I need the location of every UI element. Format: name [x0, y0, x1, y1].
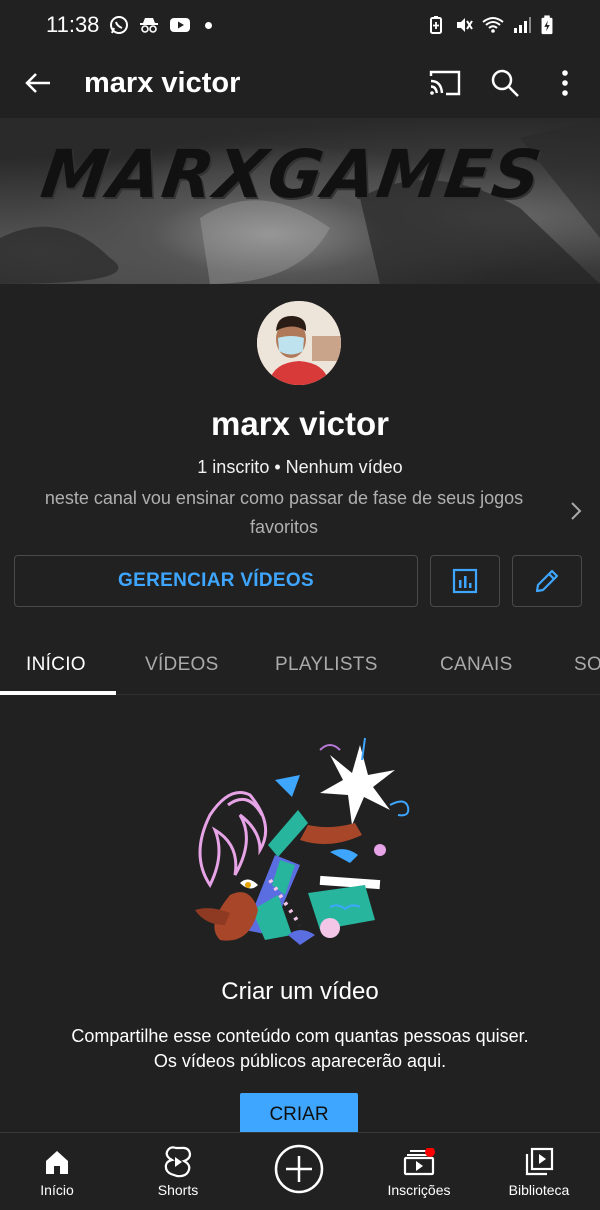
nav-home-label: Início	[40, 1182, 74, 1198]
empty-state-subtitle: Compartilhe esse conteúdo com quantas pe…	[0, 1024, 600, 1074]
edit-channel-button[interactable]	[512, 555, 582, 607]
search-button[interactable]	[484, 62, 526, 104]
create-video-illustration	[195, 737, 410, 945]
empty-state-subtitle-line1: Compartilhe esse conteúdo com quantas pe…	[71, 1026, 529, 1046]
channel-description[interactable]: neste canal vou ensinar como passar de f…	[20, 484, 548, 542]
manage-videos-button[interactable]: GERENCIAR VÍDEOS	[14, 555, 418, 607]
home-icon	[46, 1151, 68, 1174]
tab-videos[interactable]: VÍDEOS	[145, 635, 219, 694]
tab-canais[interactable]: CANAIS	[440, 635, 513, 694]
nav-create[interactable]	[273, 1143, 325, 1195]
app-bar-title: marx victor	[84, 66, 241, 99]
edit-pencil-icon	[535, 569, 559, 593]
avatar-photo	[257, 301, 341, 385]
analytics-button[interactable]	[430, 555, 500, 607]
nav-library-label: Biblioteca	[508, 1182, 570, 1198]
nav-shorts-label: Shorts	[157, 1182, 199, 1198]
channel-tabs: INÍCIO VÍDEOS PLAYLISTS CANAIS SO	[0, 635, 600, 695]
empty-state-title: Criar um vídeo	[221, 978, 379, 1005]
analytics-icon	[452, 568, 478, 594]
nav-subscriptions-label: Inscrições	[387, 1182, 451, 1198]
bottom-navigation: Início Shorts Inscrições Biblioteca	[0, 1132, 600, 1210]
channel-stats: 1 inscrito • Nenhum vídeo	[197, 457, 403, 477]
channel-name: marx victor	[211, 405, 389, 442]
shorts-icon	[164, 1146, 192, 1178]
empty-state-subtitle-line2: Os vídeos públicos aparecerão aqui.	[153, 1051, 447, 1071]
battery-icon	[541, 15, 553, 35]
notification-dot	[205, 21, 213, 29]
active-tab-indicator	[0, 691, 116, 695]
search-icon	[491, 69, 519, 97]
incognito-icon	[140, 18, 159, 33]
tab-playlists[interactable]: PLAYLISTS	[275, 635, 378, 694]
back-arrow-icon	[25, 73, 50, 93]
whatsapp-icon	[110, 16, 129, 34]
nav-subscriptions[interactable]: Inscrições	[364, 1133, 474, 1210]
tab-sobre[interactable]: SO	[574, 635, 600, 694]
banner-title: MARXGAMES	[36, 136, 548, 213]
more-vert-icon	[562, 70, 568, 96]
status-time: 11:38	[46, 12, 100, 37]
create-plus-icon	[274, 1144, 324, 1194]
nav-shorts[interactable]: Shorts	[123, 1133, 233, 1210]
battery-saver-icon	[430, 16, 442, 34]
more-options-button[interactable]	[544, 62, 586, 104]
status-bar: 11:38	[0, 0, 600, 50]
tab-inicio[interactable]: INÍCIO	[26, 635, 86, 694]
create-button[interactable]: CRIAR	[240, 1093, 358, 1137]
channel-actions: GERENCIAR VÍDEOS	[14, 555, 584, 607]
cast-button[interactable]	[424, 62, 466, 104]
chevron-right-icon[interactable]	[566, 498, 586, 524]
subscriptions-icon	[403, 1148, 435, 1176]
signal-icon	[514, 17, 531, 33]
cast-icon	[429, 70, 461, 96]
nav-library[interactable]: Biblioteca	[484, 1133, 594, 1210]
channel-avatar[interactable]	[257, 301, 341, 385]
mute-icon	[457, 18, 473, 32]
channel-banner: MARXGAMES	[0, 118, 600, 284]
wifi-icon	[482, 17, 504, 33]
back-button[interactable]	[18, 63, 58, 103]
youtube-icon	[170, 18, 191, 32]
app-bar: marx victor	[0, 50, 600, 116]
nav-home[interactable]: Início	[2, 1133, 112, 1210]
library-icon	[525, 1147, 554, 1176]
